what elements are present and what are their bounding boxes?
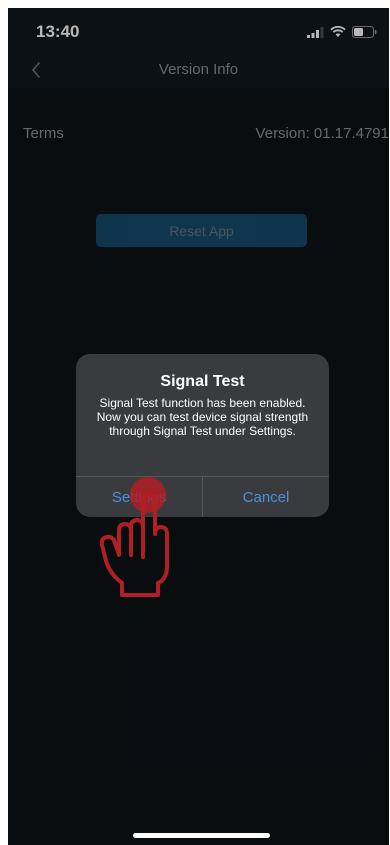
settings-button[interactable]: Settings xyxy=(76,477,202,517)
signal-test-alert: Signal Test Signal Test function has bee… xyxy=(76,354,329,517)
alert-message: Signal Test function has been enabled. N… xyxy=(96,396,309,438)
alert-title: Signal Test xyxy=(160,373,245,390)
cancel-button[interactable]: Cancel xyxy=(202,477,329,517)
home-indicator[interactable] xyxy=(133,833,270,838)
alert-actions: Settings Cancel xyxy=(76,476,329,517)
alert-body: Signal Test Signal Test function has bee… xyxy=(76,354,329,438)
phone-screen: 13:40 Version Info Terms Version: 01.17.… xyxy=(8,8,389,845)
